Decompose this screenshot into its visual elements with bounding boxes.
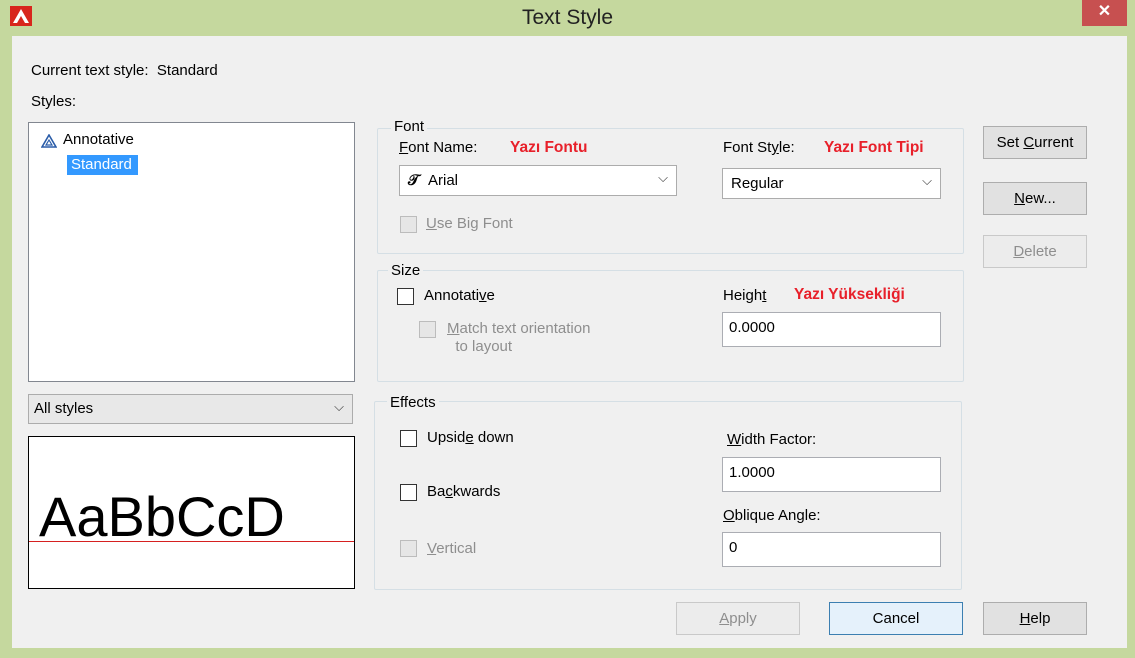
current-style-value: Standard	[156, 62, 218, 79]
style-preview: AaBbCcD	[28, 436, 355, 589]
width-factor-label: Width Factor:	[727, 431, 817, 448]
use-big-font-label: Use Big Font	[426, 215, 513, 232]
list-item-selected[interactable]: Standard	[67, 155, 138, 175]
annotative-icon	[41, 134, 57, 148]
size-group-title: Size	[388, 262, 424, 279]
font-name-select[interactable]: 𝒯 Arial ⌵	[399, 165, 677, 196]
upside-down-label: Upside down	[427, 429, 514, 446]
annotative-label: Annotative	[424, 287, 495, 304]
font-name-note: Yazı Fontu	[510, 139, 588, 156]
styles-list[interactable]: Annotative Standard	[28, 122, 355, 382]
close-button[interactable]: ✕	[1082, 0, 1127, 26]
delete-button[interactable]: Delete	[983, 235, 1087, 268]
text-style-dialog: Text Style ✕ Current text style: Standar…	[0, 0, 1135, 658]
vertical-checkbox[interactable]	[400, 540, 417, 557]
font-name-label: Font Name:	[399, 139, 478, 156]
font-style-select[interactable]: Regular ⌵	[722, 168, 941, 199]
help-button[interactable]: Help	[983, 602, 1087, 635]
list-item-label: Standard	[71, 156, 132, 173]
current-style-label: Current text style: Standard	[31, 62, 218, 79]
chevron-down-icon: ⌵	[922, 173, 932, 188]
dialog-body: Current text style: Standard Styles: Ann…	[12, 36, 1127, 648]
truetype-font-icon: 𝒯	[408, 171, 420, 189]
apply-button[interactable]: Apply	[676, 602, 800, 635]
effects-group-title: Effects	[387, 394, 439, 411]
set-current-button[interactable]: Set Current	[983, 126, 1087, 159]
cancel-button[interactable]: Cancel	[829, 602, 963, 635]
height-note: Yazı Yüksekliği	[794, 286, 905, 303]
styles-filter-select[interactable]: All styles ⌵	[28, 394, 353, 424]
match-orientation-checkbox[interactable]	[419, 321, 436, 338]
vertical-label: Vertical	[427, 540, 477, 557]
chevron-down-icon: ⌵	[658, 170, 668, 185]
match-orientation-label: Match text orientation to layout	[447, 320, 591, 355]
new-button[interactable]: New...	[983, 182, 1087, 215]
width-factor-input[interactable]: 1.0000	[722, 457, 941, 492]
oblique-angle-label: Oblique Angle:	[723, 507, 821, 524]
height-label: Height	[723, 287, 767, 304]
annotative-checkbox[interactable]	[397, 288, 414, 305]
height-input[interactable]: 0.0000	[722, 312, 941, 347]
oblique-angle-input[interactable]: 0	[722, 532, 941, 567]
backwards-label: Backwards	[427, 483, 501, 500]
font-group-title: Font	[391, 118, 428, 135]
font-style-label: Font Style:	[723, 139, 795, 156]
upside-down-checkbox[interactable]	[400, 430, 417, 447]
styles-label: Styles:	[31, 93, 77, 110]
title-bar: Text Style ✕	[0, 0, 1135, 36]
window-title: Text Style	[521, 6, 614, 29]
list-item-label: Annotative	[63, 131, 134, 148]
font-style-note: Yazı Font Tipi	[824, 139, 924, 156]
preview-text: AaBbCcD	[39, 485, 285, 548]
use-big-font-checkbox[interactable]	[400, 216, 417, 233]
backwards-checkbox[interactable]	[400, 484, 417, 501]
chevron-down-icon: ⌵	[334, 399, 344, 414]
